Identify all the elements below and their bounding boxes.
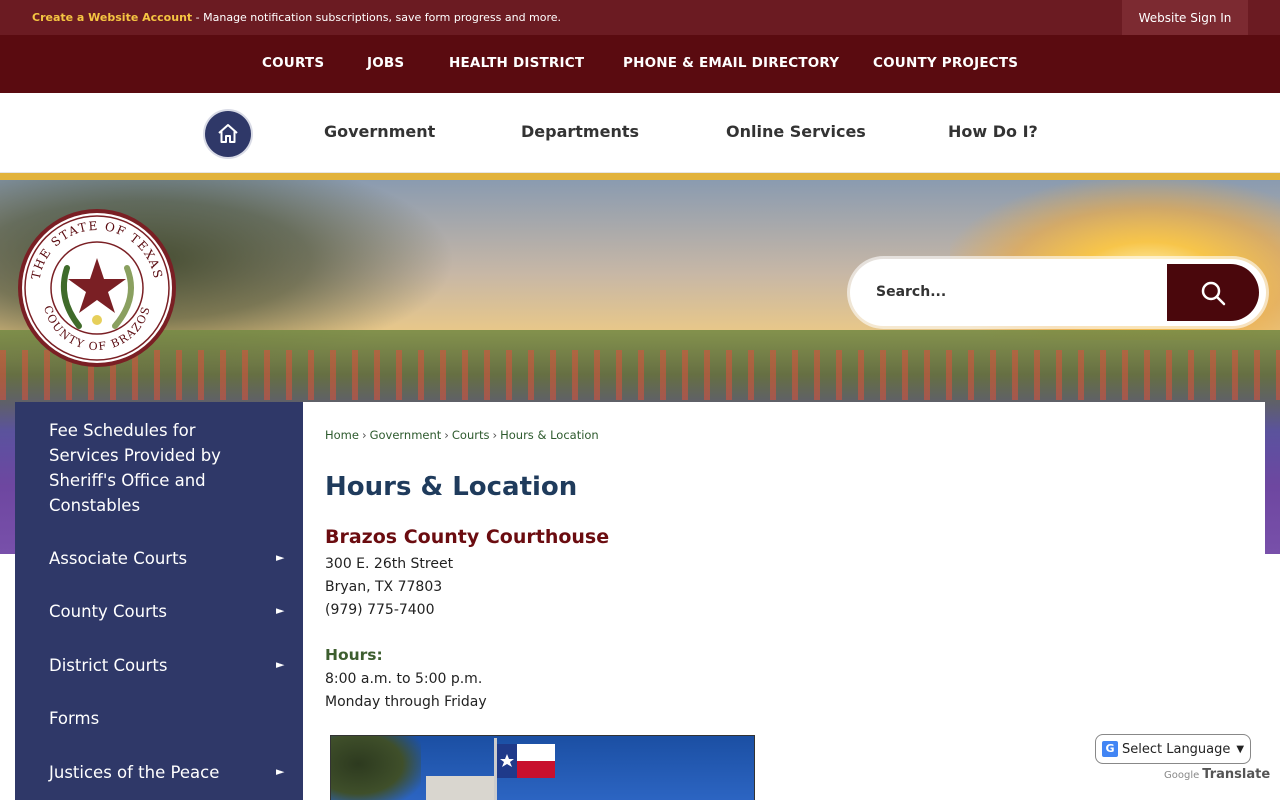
building-name: Brazos County Courthouse — [325, 526, 610, 548]
nav-online-services[interactable]: Online Services — [726, 122, 866, 141]
paintbrush-flowers — [0, 350, 1280, 400]
hours-days: Monday through Friday — [325, 694, 487, 710]
sidebar-item-justices-of-the-peace[interactable]: Justices of the Peace — [49, 760, 219, 785]
language-select[interactable]: G Select Language ▼ — [1095, 734, 1251, 764]
secondary-nav: COURTS JOBS HEALTH DISTRICT PHONE & EMAI… — [0, 35, 1280, 93]
search-icon — [1201, 281, 1226, 305]
sidebar-item-district-courts[interactable]: District Courts — [49, 653, 167, 678]
secnav-jobs[interactable]: JOBS — [367, 55, 404, 71]
texas-flag-icon — [497, 744, 555, 778]
sidebar-item-fee-schedules[interactable]: Fee Schedules for Services Provided by S… — [49, 418, 239, 518]
home-button[interactable] — [205, 111, 251, 157]
sidebar-nav: Fee Schedules for Services Provided by S… — [15, 402, 303, 800]
secnav-courts[interactable]: COURTS — [262, 55, 324, 71]
sidebar-item-forms[interactable]: Forms — [49, 706, 99, 731]
create-account-link[interactable]: Create a Website Account — [32, 11, 192, 24]
breadcrumb-current: Hours & Location — [500, 428, 599, 442]
hours-time: 8:00 a.m. to 5:00 p.m. — [325, 671, 483, 687]
nav-departments[interactable]: Departments — [521, 122, 639, 141]
page-title: Hours & Location — [325, 472, 578, 502]
account-notice: Create a Website Account - Manage notifi… — [32, 11, 561, 24]
google-label: Google — [1164, 770, 1200, 781]
hours-heading: Hours: — [325, 646, 383, 664]
photo-tree — [331, 736, 421, 800]
nav-government[interactable]: Government — [324, 122, 435, 141]
secnav-health-district[interactable]: HEALTH DISTRICT — [449, 55, 584, 71]
google-translate-icon: G — [1102, 741, 1118, 757]
translate-link[interactable]: Translate — [1202, 767, 1270, 782]
courthouse-photo — [330, 735, 755, 800]
breadcrumb-home[interactable]: Home — [325, 428, 359, 442]
search-button[interactable] — [1167, 264, 1259, 321]
phone-number: (979) 775-7400 — [325, 602, 435, 618]
search-input[interactable] — [876, 279, 1146, 305]
nav-how-do-i[interactable]: How Do I? — [948, 122, 1038, 141]
sidebar-item-associate-courts[interactable]: Associate Courts — [49, 546, 187, 571]
search-box — [850, 259, 1266, 326]
language-select-label: Select Language — [1122, 741, 1231, 757]
main-nav: Government Departments Online Services H… — [0, 93, 1280, 173]
secnav-phone-email-directory[interactable]: PHONE & EMAIL DIRECTORY — [623, 55, 839, 71]
website-sign-in-button[interactable]: Website Sign In — [1122, 0, 1248, 35]
chevron-down-icon: ▼ — [1236, 743, 1245, 755]
breadcrumb-government[interactable]: Government — [370, 428, 442, 442]
photo-building — [426, 776, 496, 800]
account-notice-text: - Manage notification subscriptions, sav… — [192, 11, 562, 24]
address-city: Bryan, TX 77803 — [325, 579, 443, 595]
top-bar: Create a Website Account - Manage notifi… — [0, 0, 1280, 35]
powered-by-google: Google Translate — [1164, 767, 1270, 782]
breadcrumb-courts[interactable]: Courts — [452, 428, 490, 442]
expand-arrow-icon[interactable]: ► — [276, 658, 284, 671]
expand-arrow-icon[interactable]: ► — [276, 551, 284, 564]
county-seal-logo[interactable]: THE STATE OF TEXAS COUNTY OF BRAZOS — [17, 208, 177, 368]
expand-arrow-icon[interactable]: ► — [276, 765, 284, 778]
breadcrumb: Home › Government › Courts › Hours & Location — [325, 428, 599, 442]
expand-arrow-icon[interactable]: ► — [276, 604, 284, 617]
sidebar-item-county-courts[interactable]: County Courts — [49, 599, 167, 624]
home-icon — [218, 124, 238, 143]
secnav-county-projects[interactable]: COUNTY PROJECTS — [873, 55, 1018, 71]
address-street: 300 E. 26th Street — [325, 556, 454, 572]
gold-divider — [0, 173, 1280, 180]
